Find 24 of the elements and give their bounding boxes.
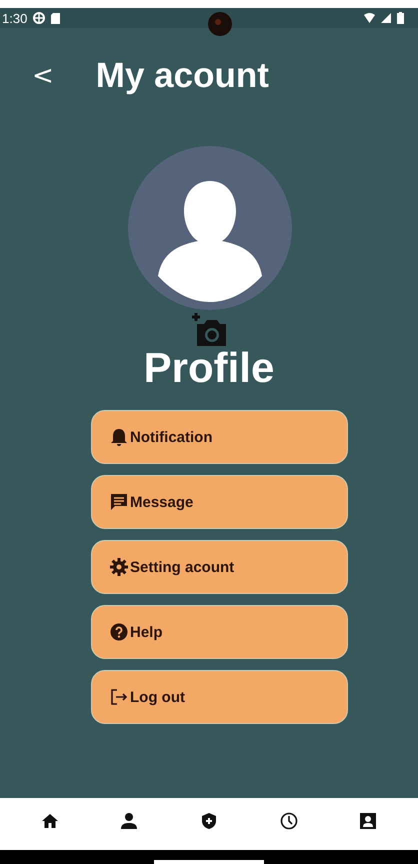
shield-plus-icon[interactable] [200,812,218,830]
person-icon[interactable] [120,812,138,830]
menu-button[interactable]: Message [91,475,348,529]
help-icon [110,623,128,641]
page-title: My acount [96,56,269,96]
contact-card-icon[interactable] [359,812,378,830]
menu-button[interactable]: Setting acount [91,540,348,594]
message-icon [110,493,128,511]
menu-button[interactable]: Help [91,605,348,659]
battery-icon [397,12,404,24]
status-time: 1:30 [2,10,28,26]
home-icon[interactable] [40,812,59,830]
back-button[interactable]: < [28,61,58,91]
add-photo-icon[interactable] [189,312,229,348]
sd-card-icon [51,12,60,24]
menu-button[interactable]: Notification [91,410,348,464]
menu-button[interactable]: Log out [91,670,348,724]
logout-icon [110,688,128,706]
bell-icon [110,428,128,446]
profile-name: Profile [144,344,274,392]
signal-icon [381,13,391,23]
clock-icon[interactable] [280,812,298,830]
wifi-icon [364,13,375,23]
camera-lens-icon [208,12,232,36]
